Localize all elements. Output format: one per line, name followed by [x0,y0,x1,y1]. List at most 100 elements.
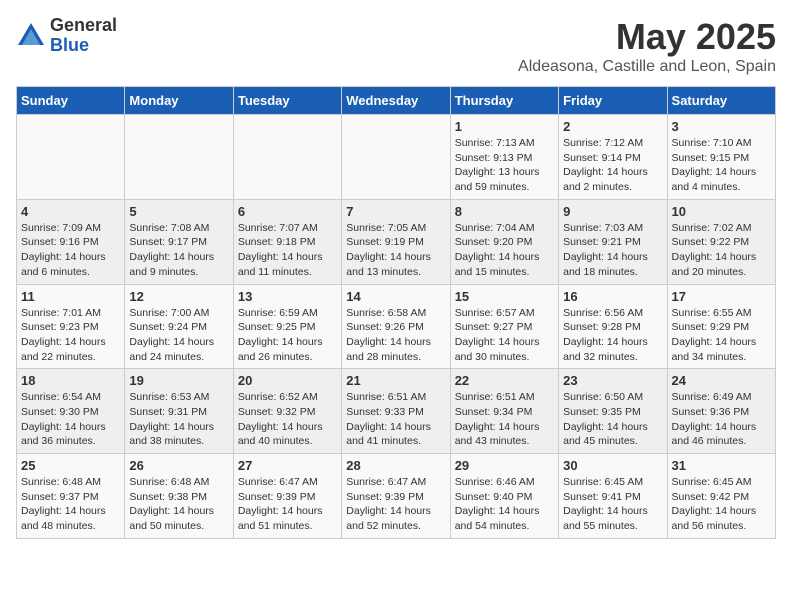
day-info-text: Sunset: 9:42 PM [672,490,771,505]
day-info-text: Sunset: 9:34 PM [455,405,554,420]
day-info-text: Sunset: 9:30 PM [21,405,120,420]
day-info-text: Sunset: 9:40 PM [455,490,554,505]
day-info-text: Sunset: 9:15 PM [672,151,771,166]
day-info-text: and 36 minutes. [21,434,120,449]
day-info-text: Sunset: 9:39 PM [238,490,337,505]
day-info-text: Sunrise: 7:08 AM [129,221,228,236]
calendar-cell: 7Sunrise: 7:05 AMSunset: 9:19 PMDaylight… [342,199,450,284]
day-info-text: Daylight: 14 hours [672,420,771,435]
calendar-cell: 3Sunrise: 7:10 AMSunset: 9:15 PMDaylight… [667,115,775,200]
day-info-text: Sunrise: 6:54 AM [21,390,120,405]
day-info-text: Sunset: 9:22 PM [672,235,771,250]
day-info-text: Sunset: 9:17 PM [129,235,228,250]
day-info-text: and 11 minutes. [238,265,337,280]
day-info-text: Daylight: 14 hours [346,335,445,350]
day-info-text: and 56 minutes. [672,519,771,534]
calendar-cell: 28Sunrise: 6:47 AMSunset: 9:39 PMDayligh… [342,454,450,539]
day-number: 19 [129,373,228,388]
day-info-text: and 28 minutes. [346,350,445,365]
calendar-cell: 23Sunrise: 6:50 AMSunset: 9:35 PMDayligh… [559,369,667,454]
day-number: 18 [21,373,120,388]
day-of-week-header: Saturday [667,87,775,115]
day-info-text: Daylight: 14 hours [672,250,771,265]
day-info-text: Sunset: 9:31 PM [129,405,228,420]
calendar-header-row: SundayMondayTuesdayWednesdayThursdayFrid… [17,87,776,115]
calendar-cell: 2Sunrise: 7:12 AMSunset: 9:14 PMDaylight… [559,115,667,200]
day-info-text: Daylight: 14 hours [455,504,554,519]
main-title: May 2025 [518,16,776,58]
day-info-text: Sunrise: 6:45 AM [563,475,662,490]
day-info-text: Sunset: 9:32 PM [238,405,337,420]
calendar-cell: 18Sunrise: 6:54 AMSunset: 9:30 PMDayligh… [17,369,125,454]
calendar-cell: 16Sunrise: 6:56 AMSunset: 9:28 PMDayligh… [559,284,667,369]
day-number: 25 [21,458,120,473]
day-info-text: Daylight: 14 hours [129,420,228,435]
calendar-week-row: 11Sunrise: 7:01 AMSunset: 9:23 PMDayligh… [17,284,776,369]
day-info-text: and 51 minutes. [238,519,337,534]
calendar-cell [17,115,125,200]
calendar-cell: 17Sunrise: 6:55 AMSunset: 9:29 PMDayligh… [667,284,775,369]
day-number: 14 [346,289,445,304]
day-info-text: Sunrise: 6:48 AM [129,475,228,490]
calendar-cell: 11Sunrise: 7:01 AMSunset: 9:23 PMDayligh… [17,284,125,369]
day-info-text: Daylight: 14 hours [21,335,120,350]
calendar-cell: 31Sunrise: 6:45 AMSunset: 9:42 PMDayligh… [667,454,775,539]
day-info-text: Sunrise: 7:12 AM [563,136,662,151]
calendar-cell: 25Sunrise: 6:48 AMSunset: 9:37 PMDayligh… [17,454,125,539]
day-number: 20 [238,373,337,388]
day-info-text: and 20 minutes. [672,265,771,280]
day-info-text: Sunrise: 6:59 AM [238,306,337,321]
day-info-text: and 26 minutes. [238,350,337,365]
page-header: General Blue May 2025 Aldeasona, Castill… [16,16,776,76]
day-info-text: and 15 minutes. [455,265,554,280]
day-number: 24 [672,373,771,388]
day-number: 2 [563,119,662,134]
calendar-week-row: 4Sunrise: 7:09 AMSunset: 9:16 PMDaylight… [17,199,776,284]
calendar-cell: 19Sunrise: 6:53 AMSunset: 9:31 PMDayligh… [125,369,233,454]
day-info-text: Sunset: 9:21 PM [563,235,662,250]
day-info-text: Daylight: 14 hours [455,335,554,350]
day-info-text: Sunrise: 7:00 AM [129,306,228,321]
calendar-cell: 30Sunrise: 6:45 AMSunset: 9:41 PMDayligh… [559,454,667,539]
day-number: 26 [129,458,228,473]
day-info-text: Sunrise: 6:56 AM [563,306,662,321]
day-info-text: Daylight: 13 hours [455,165,554,180]
day-of-week-header: Monday [125,87,233,115]
day-info-text: Daylight: 14 hours [563,420,662,435]
subtitle: Aldeasona, Castille and Leon, Spain [518,58,776,76]
day-info-text: Sunset: 9:39 PM [346,490,445,505]
calendar-cell: 22Sunrise: 6:51 AMSunset: 9:34 PMDayligh… [450,369,558,454]
day-number: 23 [563,373,662,388]
title-area: May 2025 Aldeasona, Castille and Leon, S… [518,16,776,76]
day-info-text: and 50 minutes. [129,519,228,534]
day-number: 29 [455,458,554,473]
day-info-text: Sunrise: 7:02 AM [672,221,771,236]
calendar-cell: 15Sunrise: 6:57 AMSunset: 9:27 PMDayligh… [450,284,558,369]
calendar-cell: 14Sunrise: 6:58 AMSunset: 9:26 PMDayligh… [342,284,450,369]
day-info-text: and 48 minutes. [21,519,120,534]
logo-icon [16,21,46,51]
day-info-text: and 41 minutes. [346,434,445,449]
day-info-text: Daylight: 14 hours [672,165,771,180]
day-number: 4 [21,204,120,219]
day-info-text: and 6 minutes. [21,265,120,280]
day-info-text: Daylight: 14 hours [563,165,662,180]
calendar-cell: 6Sunrise: 7:07 AMSunset: 9:18 PMDaylight… [233,199,341,284]
day-info-text: and 46 minutes. [672,434,771,449]
day-info-text: Sunrise: 6:51 AM [455,390,554,405]
day-info-text: Daylight: 14 hours [563,250,662,265]
day-number: 3 [672,119,771,134]
day-info-text: Daylight: 14 hours [21,504,120,519]
day-info-text: Sunset: 9:13 PM [455,151,554,166]
day-info-text: Sunrise: 6:48 AM [21,475,120,490]
day-number: 31 [672,458,771,473]
logo: General Blue [16,16,117,56]
day-number: 6 [238,204,337,219]
calendar-cell: 1Sunrise: 7:13 AMSunset: 9:13 PMDaylight… [450,115,558,200]
calendar-cell [342,115,450,200]
day-info-text: Daylight: 14 hours [21,250,120,265]
day-number: 12 [129,289,228,304]
day-info-text: Sunset: 9:41 PM [563,490,662,505]
day-number: 7 [346,204,445,219]
day-info-text: Sunset: 9:33 PM [346,405,445,420]
